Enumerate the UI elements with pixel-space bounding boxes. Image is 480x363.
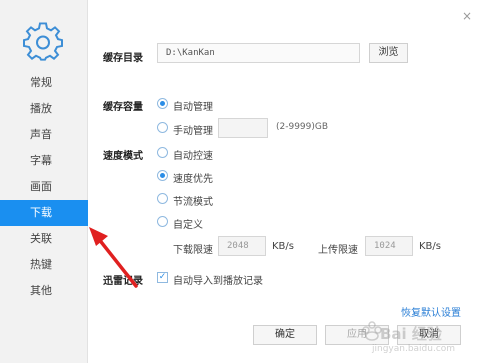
restore-defaults-link[interactable]: 恢复默认设置 — [401, 304, 461, 319]
thunder-record-checkbox[interactable]: ✓ — [157, 272, 168, 283]
sidebar-item-subtitle[interactable]: 字幕 — [0, 148, 88, 174]
download-limit-label: 下载限速 — [173, 245, 213, 256]
speed-throttle-radio[interactable] — [157, 193, 168, 204]
speed-auto-radio[interactable] — [157, 147, 168, 158]
sidebar-item-other[interactable]: 其他 — [0, 278, 88, 304]
upload-limit-input[interactable]: 1024 — [365, 236, 413, 256]
upload-limit-unit: KB/s — [419, 241, 441, 252]
close-icon[interactable]: × — [462, 10, 472, 22]
sidebar-item-general[interactable]: 常规 — [0, 70, 88, 96]
cache-range-hint: (2-9999)GB — [276, 122, 329, 132]
watermark-url: jingyan.baidu.com — [372, 344, 456, 354]
browse-button[interactable]: 浏览 — [369, 43, 408, 63]
sidebar-item-association[interactable]: 关联 — [0, 226, 88, 252]
speed-mode-label: 速度模式 — [103, 151, 143, 162]
thunder-record-label: 迅雷记录 — [103, 276, 143, 287]
sidebar-item-sound[interactable]: 声音 — [0, 122, 88, 148]
cache-manual-radio[interactable] — [157, 122, 168, 133]
speed-priority-label: 速度优先 — [173, 174, 213, 185]
sidebar-item-download[interactable]: 下载 — [0, 200, 88, 226]
speed-custom-radio[interactable] — [157, 216, 168, 227]
cache-dir-input[interactable]: D:\KanKan — [157, 43, 360, 63]
cache-manual-input[interactable] — [218, 118, 268, 138]
speed-priority-radio[interactable] — [157, 170, 168, 181]
download-limit-input[interactable]: 2048 — [218, 236, 266, 256]
cache-manual-label: 手动管理 — [173, 126, 213, 137]
sidebar-item-hotkey[interactable]: 热键 — [0, 252, 88, 278]
cache-dir-label: 缓存目录 — [103, 53, 143, 64]
gear-icon — [23, 22, 63, 61]
sidebar-item-playback[interactable]: 播放 — [0, 96, 88, 122]
download-limit-unit: KB/s — [272, 241, 294, 252]
cache-size-label: 缓存容量 — [103, 102, 143, 113]
speed-throttle-label: 节流模式 — [173, 197, 213, 208]
cache-auto-radio[interactable] — [157, 98, 168, 109]
speed-custom-label: 自定义 — [173, 220, 203, 231]
upload-limit-label: 上传限速 — [318, 245, 358, 256]
sidebar: 常规 播放 声音 字幕 画面 下载 关联 热键 其他 — [0, 0, 88, 363]
watermark-text: Bai 经验 — [380, 325, 442, 343]
cache-auto-label: 自动管理 — [173, 102, 213, 113]
speed-auto-label: 自动控速 — [173, 151, 213, 162]
ok-button[interactable]: 确定 — [253, 325, 317, 345]
sidebar-item-picture[interactable]: 画面 — [0, 174, 88, 200]
thunder-record-checkbox-label: 自动导入到播放记录 — [173, 276, 263, 287]
sidebar-nav: 常规 播放 声音 字幕 画面 下载 关联 热键 其他 — [0, 70, 88, 304]
